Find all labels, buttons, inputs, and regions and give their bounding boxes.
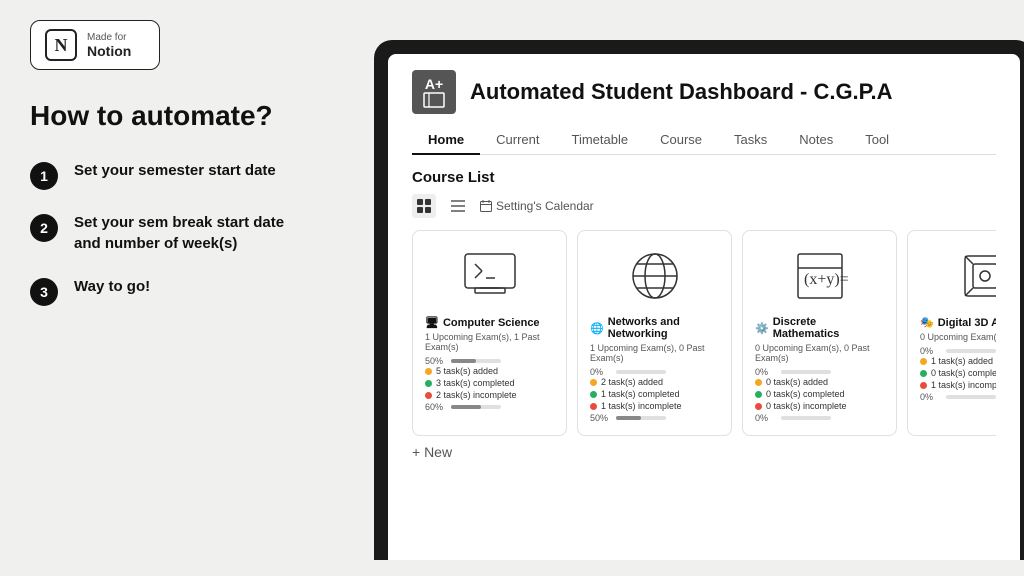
step-3: 3 Way to go! — [30, 276, 360, 306]
3d-task-added: 1 task(s) added — [920, 356, 996, 366]
grid-view-icon[interactable] — [412, 194, 436, 218]
tab-tool[interactable]: Tool — [849, 126, 905, 155]
math-task-incomplete: 0 task(s) incomplete — [755, 401, 884, 411]
tab-timetable[interactable]: Timetable — [555, 126, 644, 155]
course-card-cs[interactable]: 🖥Computer Science 1 Upcoming Exam(s), 1 … — [412, 230, 567, 436]
notion-badge: N Made for Notion — [30, 20, 160, 70]
cs-icon — [425, 243, 554, 308]
tab-course[interactable]: Course — [644, 126, 718, 155]
view-controls: Setting's Calendar — [412, 194, 996, 218]
dash-title: Automated Student Dashboard - C.G.P.A — [470, 79, 893, 105]
cs-progress-bar — [451, 359, 501, 363]
net-bottom-bar — [616, 416, 666, 420]
math-task-added: 0 task(s) added — [755, 377, 884, 387]
step-2-text: Set your sem break start dateand number … — [74, 212, 284, 254]
net-task-added: 2 task(s) added — [590, 377, 719, 387]
calendar-link[interactable]: Setting's Calendar — [480, 199, 594, 213]
tab-tasks[interactable]: Tasks — [718, 126, 783, 155]
net-task-completed: 1 task(s) completed — [590, 389, 719, 399]
math-exam: 0 Upcoming Exam(s), 0 Past Exam(s) — [755, 343, 884, 363]
dash-header: A+ Automated Student Dashboard - C.G.P.A — [412, 70, 996, 114]
net-task-incomplete: 1 task(s) incomplete — [590, 401, 719, 411]
net-bottom-progress: 50% — [590, 413, 719, 423]
step-2: 2 Set your sem break start dateand numbe… — [30, 212, 360, 254]
cs-bottom-progress: 60% — [425, 402, 554, 412]
svg-text:(x+y)=: (x+y)= — [804, 271, 849, 288]
net-progress-bar — [616, 370, 666, 374]
device-frame: A+ Automated Student Dashboard - C.G.P.A… — [374, 40, 1024, 560]
tab-home[interactable]: Home — [412, 126, 480, 155]
math-bottom-bar — [781, 416, 831, 420]
cs-bottom-bar — [451, 405, 501, 409]
step-2-num: 2 — [30, 214, 58, 242]
device-screen: A+ Automated Student Dashboard - C.G.P.A… — [388, 54, 1020, 560]
step-1-text: Set your semester start date — [74, 160, 276, 181]
3d-bottom-bar — [946, 395, 996, 399]
device-wrapper: A+ Automated Student Dashboard - C.G.P.A… — [374, 40, 1024, 560]
notion-label: Notion — [87, 43, 131, 59]
left-panel: N Made for Notion How to automate? 1 Set… — [0, 0, 390, 576]
3d-name: 🎭Digital 3D Animation — [920, 316, 996, 329]
3d-task-incomplete: 1 task(s) incomplete — [920, 380, 996, 390]
dash-icon: A+ — [412, 70, 456, 114]
section-title: Course List — [412, 169, 996, 186]
net-icon — [590, 243, 719, 308]
step-1: 1 Set your semester start date — [30, 160, 360, 190]
cs-exam: 1 Upcoming Exam(s), 1 Past Exam(s) — [425, 332, 554, 352]
course-card-net[interactable]: 🌐Networks and Networking 1 Upcoming Exam… — [577, 230, 732, 436]
made-for-label: Made for — [87, 32, 131, 43]
course-cards: 🖥Computer Science 1 Upcoming Exam(s), 1 … — [412, 230, 996, 436]
math-bottom-progress: 0% — [755, 413, 884, 423]
cs-task-incomplete: 2 task(s) incomplete — [425, 390, 554, 400]
3d-exam: 0 Upcoming Exam(s), 0 Past — [920, 332, 996, 342]
course-card-3d[interactable]: 🎭Digital 3D Animation 0 Upcoming Exam(s)… — [907, 230, 996, 436]
3d-bottom-progress: 0% — [920, 392, 996, 402]
cs-task-added: 5 task(s) added — [425, 366, 554, 376]
math-task-completed: 0 task(s) completed — [755, 389, 884, 399]
notion-logo: N — [45, 29, 77, 61]
3d-progress: 0% — [920, 346, 996, 356]
cs-progress: 50% — [425, 356, 554, 366]
how-title: How to automate? — [30, 100, 360, 132]
tab-notes[interactable]: Notes — [783, 126, 849, 155]
3d-task-completed: 0 task(s) completed — [920, 368, 996, 378]
math-icon: (x+y)= — [755, 243, 884, 308]
bottom-bar: + New — [412, 444, 996, 460]
cs-task-completed: 3 task(s) completed — [425, 378, 554, 388]
course-card-math[interactable]: (x+y)= ⚙️Discrete Mathematics 0 Upcoming… — [742, 230, 897, 436]
step-1-num: 1 — [30, 162, 58, 190]
dashboard: A+ Automated Student Dashboard - C.G.P.A… — [388, 54, 1020, 560]
plus-icon[interactable]: + New — [412, 444, 452, 460]
math-progress-bar — [781, 370, 831, 374]
math-name: ⚙️Discrete Mathematics — [755, 316, 884, 340]
net-name: 🌐Networks and Networking — [590, 316, 719, 340]
3d-progress-bar — [946, 349, 996, 353]
math-progress: 0% — [755, 367, 884, 377]
notion-text: Made for Notion — [87, 32, 131, 59]
nav-tabs: Home Current Timetable Course Tasks Note… — [412, 126, 996, 155]
list-view-icon[interactable] — [446, 194, 470, 218]
net-exam: 1 Upcoming Exam(s), 0 Past Exam(s) — [590, 343, 719, 363]
tab-current[interactable]: Current — [480, 126, 555, 155]
step-3-text: Way to go! — [74, 276, 150, 297]
cs-name: 🖥Computer Science — [425, 316, 554, 329]
net-progress: 0% — [590, 367, 719, 377]
calendar-link-text: Setting's Calendar — [496, 199, 594, 213]
3d-icon — [920, 243, 996, 308]
step-3-num: 3 — [30, 278, 58, 306]
